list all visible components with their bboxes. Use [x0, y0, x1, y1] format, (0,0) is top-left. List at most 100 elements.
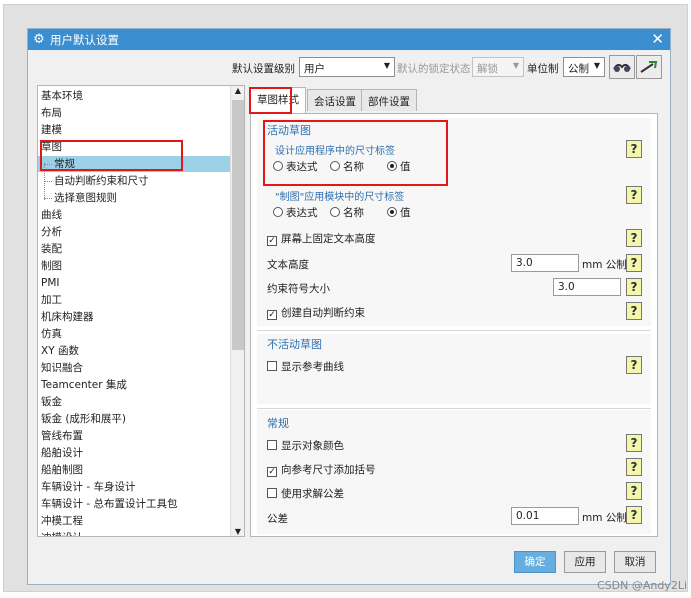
tree-item[interactable]: 选择意图规则: [38, 190, 230, 206]
general-title: 常规: [267, 417, 289, 430]
tree-item[interactable]: 冲模设计: [38, 530, 230, 536]
highlight-box: [263, 120, 448, 186]
add-bracket-checkbox[interactable]: ✓ 向参考尺寸添加括号: [267, 462, 376, 477]
user-defaults-dialog: ⚙ 用户默认设置 ✕ 默认设置级别 用户 ▼ 默认的锁定状态 解锁 ▼ 单位制 …: [27, 28, 671, 585]
tree-item[interactable]: 布局: [38, 105, 230, 121]
help-icon[interactable]: ?: [626, 482, 642, 500]
fix-text-height-checkbox[interactable]: ✓ 屏幕上固定文本高度: [267, 231, 376, 246]
tolerance-label: 公差: [267, 513, 288, 525]
radio-selected-icon: [387, 207, 397, 217]
radio-label: 表达式: [286, 207, 318, 219]
tree-item[interactable]: 机床构建器: [38, 309, 230, 325]
tree-item[interactable]: Teamcenter 集成: [38, 377, 230, 393]
show-ref-curve-checkbox[interactable]: 显示参考曲线: [267, 359, 344, 374]
export-arrow-icon: [640, 61, 658, 73]
help-icon[interactable]: ?: [626, 356, 642, 374]
lock-select: 解锁 ▼: [472, 57, 524, 77]
cancel-button[interactable]: 取消: [614, 551, 656, 573]
text-height-input[interactable]: 3.0: [511, 254, 579, 272]
checkbox-label: 显示对象颜色: [281, 440, 344, 452]
unit-label: 单位制: [527, 63, 559, 75]
radio-icon: [273, 207, 283, 217]
radio-label: 名称: [343, 207, 364, 219]
settings-toolbar: 默认设置级别 用户 ▼ 默认的锁定状态 解锁 ▼ 单位制 公制 ▼: [28, 55, 670, 79]
chevron-down-icon: ▼: [383, 61, 390, 70]
help-icon[interactable]: ?: [626, 229, 642, 247]
tree-item[interactable]: 车辆设计 - 总布置设计工具包: [38, 496, 230, 512]
ok-button[interactable]: 确定: [514, 551, 556, 573]
import-settings-button[interactable]: [609, 55, 635, 79]
tree-item[interactable]: 管线布置: [38, 428, 230, 444]
checkbox-icon: [267, 440, 277, 450]
text-height-label: 文本高度: [267, 259, 309, 271]
tree-item[interactable]: 制图: [38, 258, 230, 274]
tree-connector: [44, 198, 52, 199]
tree-item[interactable]: 船舶制图: [38, 462, 230, 478]
tree-item[interactable]: 建模: [38, 122, 230, 138]
tree-item[interactable]: XY 函数: [38, 343, 230, 359]
lock-label: 默认的锁定状态: [397, 63, 471, 75]
help-icon[interactable]: ?: [626, 302, 642, 320]
help-icon[interactable]: ?: [626, 140, 642, 158]
radio-label: 值: [400, 207, 411, 219]
tree-item[interactable]: 冲模工程: [38, 513, 230, 529]
draft-radio-name[interactable]: 名称: [330, 205, 364, 220]
dialog-title: 用户默认设置: [50, 32, 119, 47]
scroll-thumb[interactable]: [232, 100, 244, 350]
lock-value: 解锁: [477, 63, 498, 75]
export-settings-button[interactable]: [636, 55, 662, 79]
title-bar: ⚙ 用户默认设置 ✕: [28, 29, 670, 50]
tree-item[interactable]: 钣金: [38, 394, 230, 410]
scroll-down-icon[interactable]: ▼: [231, 527, 244, 536]
tree-scrollbar[interactable]: ▲ ▼: [230, 86, 244, 536]
tolerance-input[interactable]: 0.01: [511, 507, 579, 525]
help-icon[interactable]: ?: [626, 278, 642, 296]
tree-item[interactable]: PMI: [38, 275, 230, 291]
highlight-box: [249, 87, 292, 114]
draft-radio-expression[interactable]: 表达式: [273, 205, 318, 220]
unit-select[interactable]: 公制 ▼: [563, 57, 605, 77]
tree-item[interactable]: 钣金 (成形和展平): [38, 411, 230, 427]
help-icon[interactable]: ?: [626, 186, 642, 204]
help-icon[interactable]: ?: [626, 434, 642, 452]
level-value: 用户: [304, 63, 325, 75]
divider: [257, 330, 651, 331]
tree-item[interactable]: 车辆设计 - 车身设计: [38, 479, 230, 495]
tree-item[interactable]: 装配: [38, 241, 230, 257]
tab-part-settings[interactable]: 部件设置: [361, 89, 417, 111]
tree-item[interactable]: 仿真: [38, 326, 230, 342]
tree-item[interactable]: 曲线: [38, 207, 230, 223]
checkbox-checked-icon: ✓: [267, 310, 277, 320]
inactive-sketch-title: 不活动草图: [267, 338, 322, 351]
tree-item[interactable]: 加工: [38, 292, 230, 308]
show-object-color-checkbox[interactable]: 显示对象颜色: [267, 438, 344, 453]
use-solver-tolerance-checkbox[interactable]: 使用求解公差: [267, 486, 344, 501]
apply-button[interactable]: 应用: [564, 551, 606, 573]
checkbox-checked-icon: ✓: [267, 467, 277, 477]
tree-item[interactable]: 船舶设计: [38, 445, 230, 461]
tree-item[interactable]: 自动判断约束和尺寸: [38, 173, 230, 189]
level-label: 默认设置级别: [232, 63, 295, 75]
level-select[interactable]: 用户 ▼: [299, 57, 395, 77]
tree-item[interactable]: 知识融合: [38, 360, 230, 376]
watermark: CSDN @Andy2Li: [596, 579, 687, 592]
checkbox-label: 显示参考曲线: [281, 361, 344, 373]
tab-session-settings[interactable]: 会话设置: [307, 89, 363, 111]
checkbox-icon: [267, 488, 277, 498]
auto-constraint-checkbox[interactable]: ✓ 创建自动判断约束: [267, 305, 365, 320]
close-icon[interactable]: ✕: [651, 30, 664, 48]
constraint-size-input[interactable]: 3.0: [553, 278, 621, 296]
draft-radio-value[interactable]: 值: [387, 205, 411, 220]
checkbox-label: 使用求解公差: [281, 488, 344, 500]
text-height-unit: mm 公制: [582, 259, 627, 271]
chevron-down-icon: ▼: [593, 61, 600, 70]
help-icon[interactable]: ?: [626, 254, 642, 272]
tree-connector: [44, 181, 52, 182]
glasses-icon: [613, 63, 631, 72]
checkbox-label: 创建自动判断约束: [281, 307, 365, 319]
tree-item[interactable]: 分析: [38, 224, 230, 240]
help-icon[interactable]: ?: [626, 458, 642, 476]
scroll-up-icon[interactable]: ▲: [231, 86, 244, 95]
tree-item[interactable]: 基本环境: [38, 88, 230, 104]
help-icon[interactable]: ?: [626, 506, 642, 524]
